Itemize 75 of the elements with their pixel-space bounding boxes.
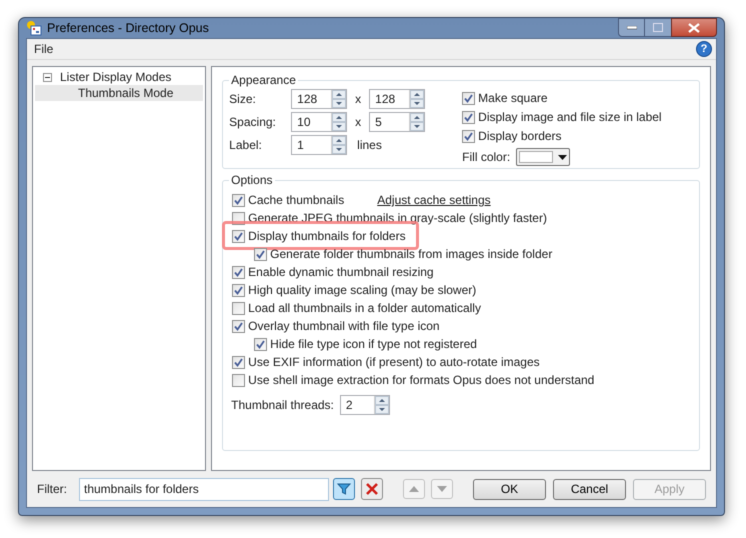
- filter-button[interactable]: [333, 478, 355, 500]
- checkbox[interactable]: [232, 266, 246, 278]
- checkbox[interactable]: [232, 374, 246, 386]
- maximize-icon: [653, 23, 663, 32]
- checkbox[interactable]: [232, 230, 246, 242]
- funnel-icon: [337, 482, 351, 496]
- checkbox-label: Display thumbnails for folders: [248, 228, 406, 245]
- close-button[interactable]: [671, 18, 717, 37]
- checkbox-label: Hide file type icon if type not registered: [270, 336, 477, 353]
- filter-label: Filter:: [37, 481, 68, 498]
- checkbox-label: Generate folder thumbnails from images inside folder: [270, 246, 552, 263]
- checkbox[interactable]: [462, 110, 476, 124]
- app-icon: [26, 20, 42, 36]
- down-arrow-icon: [437, 486, 447, 492]
- maximize-button[interactable]: [645, 18, 671, 37]
- checkbox-label: Overlay thumbnail with file type icon: [248, 318, 440, 335]
- spinner-arrows-icon[interactable]: [410, 90, 424, 108]
- checkbox[interactable]: [254, 338, 268, 350]
- checkbox-label: Display image and file size in label: [478, 109, 662, 126]
- checkbox[interactable]: [232, 356, 246, 368]
- field-label: Label:: [229, 137, 263, 154]
- dialog-button[interactable]: Cancel: [553, 478, 626, 500]
- group-title: Options: [230, 172, 274, 189]
- spinner-arrows-icon[interactable]: [332, 90, 346, 108]
- checkbox[interactable]: [232, 320, 246, 332]
- close-icon: [688, 22, 700, 32]
- checkbox-label: High quality image scaling (may be slower): [248, 282, 476, 299]
- spinner-arrows-icon[interactable]: [332, 136, 346, 154]
- spin-field[interactable]: 128: [369, 89, 426, 109]
- field-label: Fill color:: [462, 149, 510, 166]
- checkbox[interactable]: [462, 92, 476, 104]
- times-label: x: [354, 91, 362, 108]
- tree-item[interactable]: Thumbnails Mode: [35, 85, 204, 101]
- checkbox-label: Cache thumbnails: [248, 192, 344, 209]
- checkbox-label: Load all thumbnails in a folder automatically: [248, 300, 481, 317]
- checkbox-label: Use EXIF information (if present) to auto-rotate images: [248, 354, 540, 371]
- checkbox[interactable]: [462, 130, 476, 142]
- checkbox-label: Display borders: [478, 128, 562, 145]
- checkbox-label: Make square: [478, 90, 548, 107]
- unit-label: lines: [357, 137, 382, 154]
- checkbox-label: Generate JPEG thumbnails in gray-scale (slightly faster): [248, 210, 547, 227]
- field-label: Size:: [229, 91, 257, 108]
- spin-field[interactable]: 1: [291, 135, 348, 155]
- times-label: x: [354, 114, 362, 131]
- tree-item[interactable]: Lister Display Modes: [35, 69, 204, 85]
- caret-icon: [558, 154, 568, 160]
- settings-link[interactable]: Adjust cache settings: [377, 191, 491, 209]
- window-title: Preferences - Directory Opus: [47, 20, 209, 37]
- group-title: Appearance: [230, 72, 297, 89]
- checkbox[interactable]: [232, 284, 246, 296]
- field-label: Thumbnail threads:: [231, 397, 334, 414]
- color-dropdown[interactable]: [516, 148, 570, 166]
- checkbox[interactable]: [254, 248, 268, 260]
- dialog-button[interactable]: OK: [473, 478, 546, 500]
- spinner-arrows-icon[interactable]: [332, 113, 346, 131]
- checkbox[interactable]: [232, 302, 246, 314]
- minimize-button[interactable]: [618, 18, 645, 37]
- clear-filter-button[interactable]: [361, 478, 383, 500]
- help-button[interactable]: ?: [696, 41, 712, 57]
- spinner-arrows-icon[interactable]: [374, 396, 389, 414]
- checkbox-label: Use shell image extraction for formats Opus does not understand: [248, 372, 594, 389]
- spin-field[interactable]: 5: [369, 112, 426, 132]
- collapse-toggle[interactable]: [43, 72, 52, 82]
- close-icon: [365, 482, 379, 496]
- up-arrow-icon: [409, 486, 419, 492]
- menu-item[interactable]: File: [31, 40, 56, 58]
- checkbox[interactable]: [232, 194, 246, 206]
- minimize-icon: [626, 26, 636, 30]
- spinner-arrows-icon[interactable]: [410, 113, 424, 131]
- spin-field[interactable]: 128: [291, 89, 348, 109]
- checkbox-label: Enable dynamic thumbnail resizing: [248, 264, 434, 281]
- field-label: Spacing:: [229, 114, 277, 131]
- filter-field[interactable]: thumbnails for folders: [79, 478, 329, 500]
- spin-field[interactable]: 2: [340, 395, 390, 415]
- spin-field[interactable]: 10: [291, 112, 348, 132]
